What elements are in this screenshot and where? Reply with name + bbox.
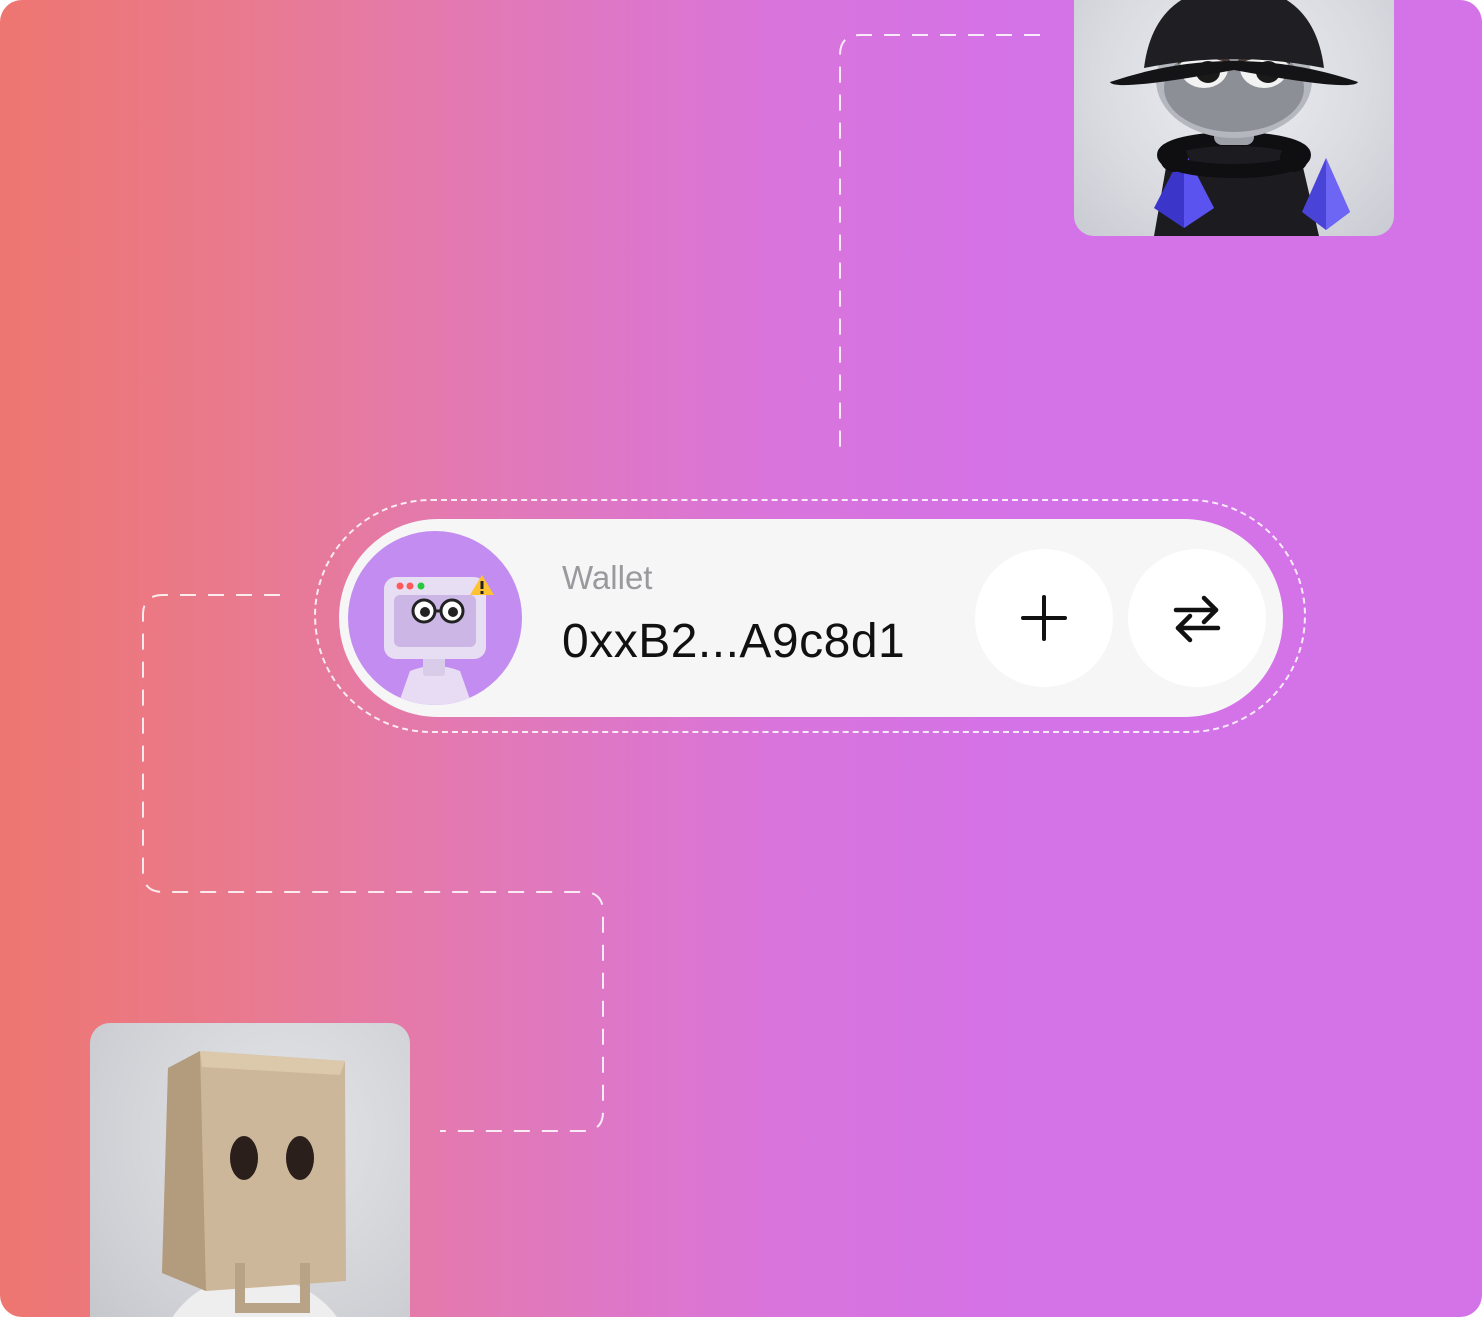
swap-button[interactable] (1128, 549, 1266, 687)
wallet-address[interactable]: 0xxB2...A9c8d1 (562, 614, 905, 669)
robot-avatar-illustration (384, 575, 494, 705)
nft-image-robot-hat[interactable] (1074, 0, 1394, 236)
add-funds-button[interactable] (975, 549, 1113, 687)
wallet-card: Wallet 0xxB2...A9c8d1 (339, 519, 1283, 717)
wallet-label: Wallet (562, 559, 653, 596)
plus-icon (1021, 595, 1067, 641)
robot-hat-illustration (1110, 0, 1358, 236)
swap-arrows-icon (1173, 595, 1221, 643)
paper-bag-illustration (162, 1051, 346, 1317)
nft-image-paper-bag[interactable] (90, 1023, 410, 1317)
connector-top (839, 34, 1040, 458)
nft-wallet-canvas: Wallet 0xxB2...A9c8d1 (0, 0, 1482, 1317)
wallet-avatar[interactable] (348, 531, 522, 705)
